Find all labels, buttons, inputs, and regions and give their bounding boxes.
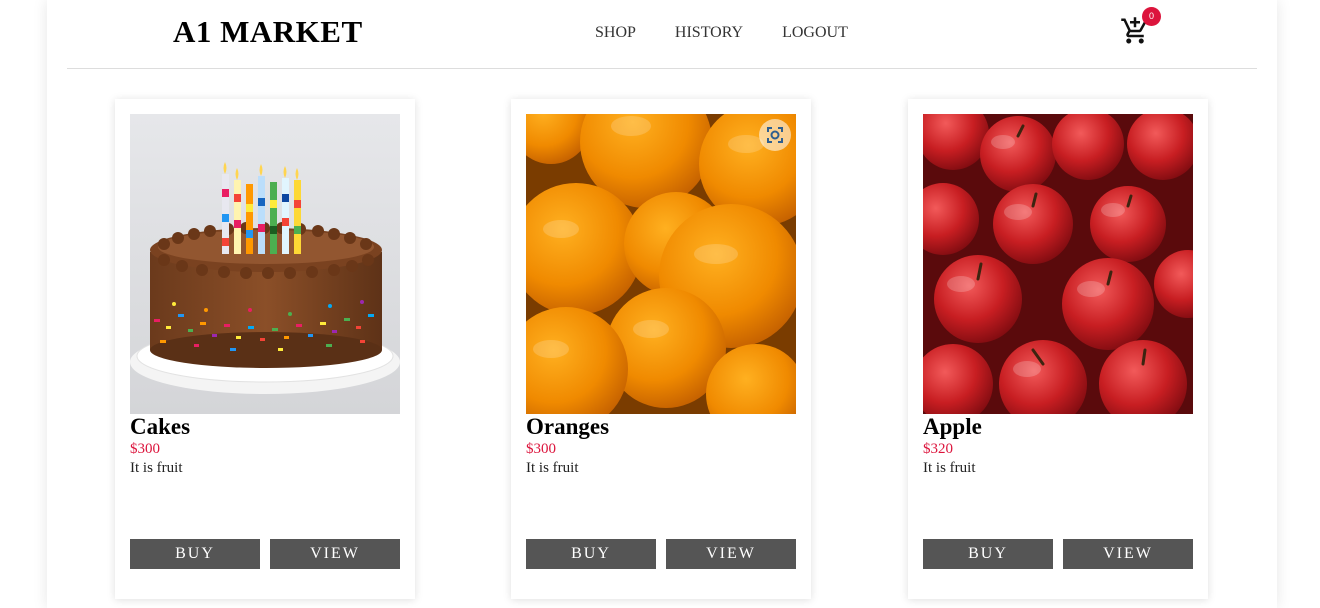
main-nav: SHOP HISTORY LOGOUT <box>595 24 887 42</box>
product-description: It is fruit <box>130 460 183 476</box>
nav-history[interactable]: HISTORY <box>675 24 743 42</box>
view-button[interactable]: VIEW <box>270 539 400 569</box>
view-button[interactable]: VIEW <box>666 539 796 569</box>
product-name: Apple <box>923 414 982 439</box>
visual-search-icon[interactable] <box>759 119 791 151</box>
product-name: Cakes <box>130 414 191 439</box>
product-price: $320 <box>923 441 953 457</box>
header-divider <box>67 68 1257 69</box>
product-price: $300 <box>130 441 160 457</box>
header: A1 MARKET SHOP HISTORY LOGOUT 0 <box>47 0 1277 68</box>
product-description: It is fruit <box>923 460 976 476</box>
page-container: A1 MARKET SHOP HISTORY LOGOUT 0 Cakes $3… <box>47 0 1277 608</box>
view-button[interactable]: VIEW <box>1063 539 1193 569</box>
nav-logout[interactable]: LOGOUT <box>782 24 848 42</box>
cart-button[interactable]: 0 <box>1120 7 1161 48</box>
product-price: $300 <box>526 441 556 457</box>
buy-button[interactable]: BUY <box>526 539 656 569</box>
nav-shop[interactable]: SHOP <box>595 24 636 42</box>
product-card-apple: Apple $320 It is fruit BUY VIEW <box>908 99 1208 599</box>
buy-button[interactable]: BUY <box>923 539 1053 569</box>
brand-logo[interactable]: A1 MARKET <box>173 14 363 50</box>
product-image-oranges[interactable] <box>526 114 796 414</box>
buy-button[interactable]: BUY <box>130 539 260 569</box>
product-description: It is fruit <box>526 460 579 476</box>
product-card-oranges: Oranges $300 It is fruit BUY VIEW <box>511 99 811 599</box>
product-card-cakes: Cakes $300 It is fruit BUY VIEW <box>115 99 415 599</box>
cart-count-badge: 0 <box>1142 7 1161 26</box>
product-image-apple[interactable] <box>923 114 1193 414</box>
product-name: Oranges <box>526 414 610 439</box>
product-image-cakes[interactable] <box>130 114 400 414</box>
